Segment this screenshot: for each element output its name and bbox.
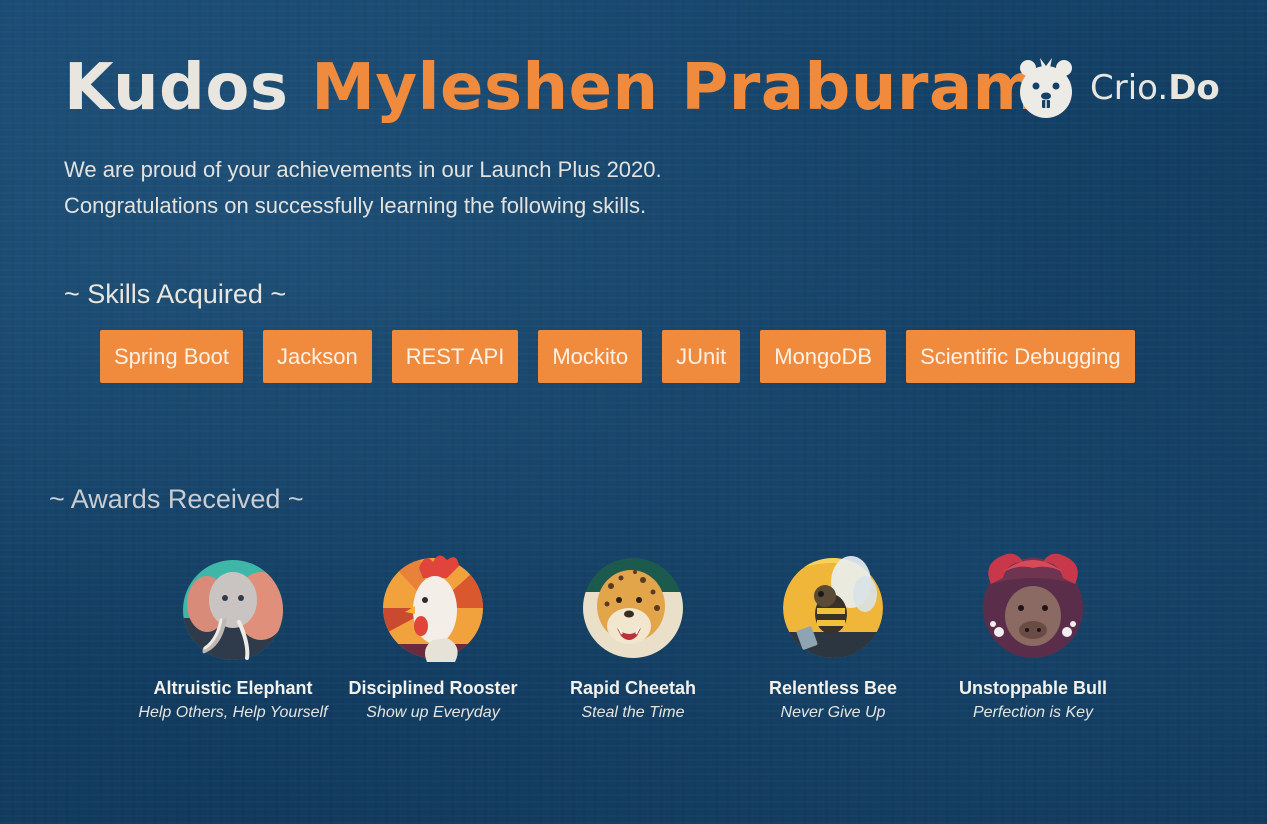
award-unstoppable-bull: Unstoppable Bull Perfection is Key bbox=[933, 548, 1133, 722]
skill-tag-scientific-debugging: Scientific Debugging bbox=[906, 330, 1135, 383]
award-name: Rapid Cheetah bbox=[569, 678, 697, 698]
award-motto: Never Give Up bbox=[780, 704, 886, 721]
logo-wordmark: Crio.Do bbox=[1090, 68, 1220, 108]
skill-tag-rest-api: REST API bbox=[391, 330, 519, 383]
rooster-icon bbox=[383, 555, 483, 662]
award-motto: Help Others, Help Yourself bbox=[138, 704, 328, 721]
skill-tag-jackson: Jackson bbox=[262, 330, 372, 383]
skill-tag-junit: JUnit bbox=[662, 330, 741, 383]
beaver-icon bbox=[1020, 58, 1072, 118]
skills-heading: ~ Skills Acquired ~ bbox=[64, 279, 287, 309]
intro-line-2: Congratulations on successfully learning… bbox=[64, 193, 647, 218]
award-disciplined-rooster: Disciplined Rooster Show up Everyday bbox=[333, 548, 533, 722]
skill-tag-mockito: Mockito bbox=[538, 330, 643, 383]
awards-list: Altruistic Elephant Help Others, Help Yo… bbox=[133, 548, 1133, 722]
skill-tag-mongodb: MongoDB bbox=[760, 330, 887, 383]
skills-list: Spring Boot Jackson REST API Mockito JUn… bbox=[100, 330, 1135, 383]
award-name: Disciplined Rooster bbox=[348, 678, 518, 698]
recipient-name: Myleshen Praburam bbox=[311, 51, 1040, 125]
intro-text: We are proud of your achievements in our… bbox=[64, 152, 662, 224]
award-name: Unstoppable Bull bbox=[959, 678, 1107, 698]
title-prefix: Kudos bbox=[64, 51, 289, 125]
logo-wordmark-bold: Do bbox=[1168, 68, 1220, 108]
bee-icon bbox=[783, 556, 883, 658]
skill-tag-spring-boot: Spring Boot bbox=[100, 330, 243, 383]
bull-icon bbox=[983, 553, 1083, 658]
intro-line-1: We are proud of your achievements in our… bbox=[64, 157, 662, 182]
crio-logo[interactable]: Crio.Do bbox=[1016, 56, 1220, 120]
cheetah-icon bbox=[583, 558, 683, 658]
logo-wordmark-light: Crio. bbox=[1090, 68, 1169, 108]
award-altruistic-elephant: Altruistic Elephant Help Others, Help Yo… bbox=[133, 548, 333, 722]
award-motto: Steal the Time bbox=[581, 704, 685, 721]
award-name: Relentless Bee bbox=[768, 678, 898, 698]
page-title: Kudos Myleshen Praburam bbox=[64, 46, 1040, 130]
award-motto: Show up Everyday bbox=[366, 704, 500, 721]
elephant-icon bbox=[183, 560, 283, 660]
award-motto: Perfection is Key bbox=[972, 704, 1094, 721]
award-name: Altruistic Elephant bbox=[153, 678, 313, 698]
awards-heading: ~ Awards Received ~ bbox=[49, 484, 304, 514]
award-relentless-bee: Relentless Bee Never Give Up bbox=[733, 548, 933, 722]
award-rapid-cheetah: Rapid Cheetah Steal the Time bbox=[533, 548, 733, 722]
